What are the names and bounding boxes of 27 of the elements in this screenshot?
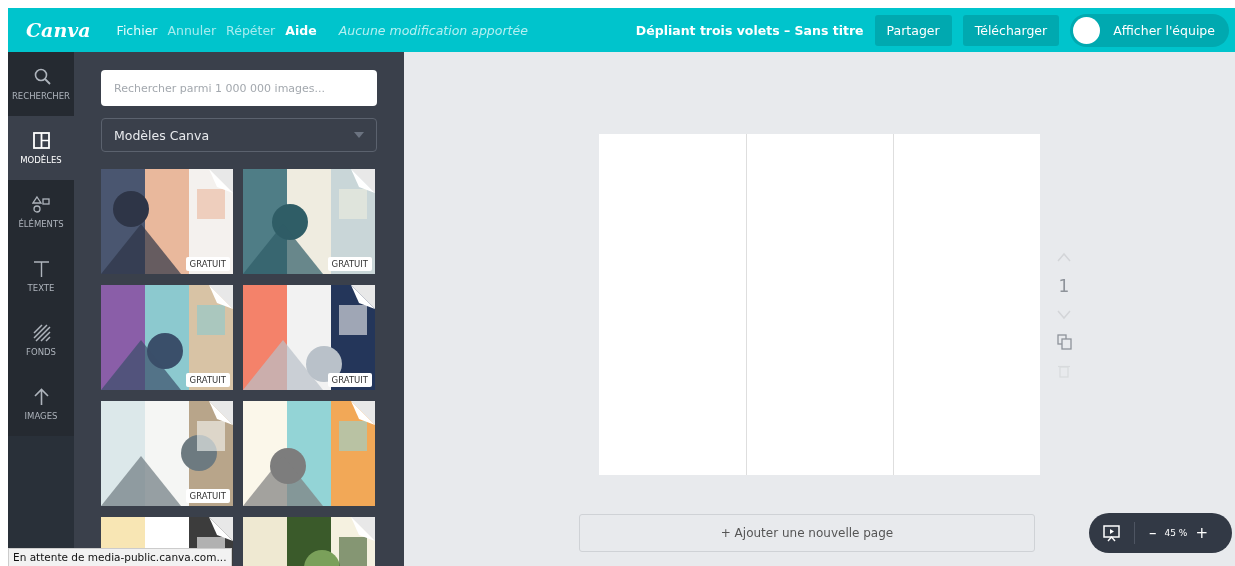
presentation-icon[interactable] bbox=[1103, 524, 1120, 542]
copy-icon bbox=[1056, 333, 1072, 350]
sidebar-item[interactable]: ÉLÉMENTS bbox=[8, 180, 74, 244]
text-icon bbox=[31, 259, 51, 278]
price-badge: GRATUIT bbox=[185, 373, 230, 387]
zoom-in-button[interactable]: + bbox=[1191, 524, 1212, 542]
layout-icon bbox=[31, 131, 51, 150]
status-bar: En attente de media-public.canva.com... bbox=[8, 548, 232, 566]
zoom-level: 45 % bbox=[1164, 528, 1188, 538]
sidebar-item[interactable]: IMAGES bbox=[8, 372, 74, 436]
stripes-icon bbox=[31, 323, 51, 342]
save-status: Aucune modification apportée bbox=[338, 22, 528, 38]
zoom-out-button[interactable]: – bbox=[1145, 524, 1161, 542]
page-number: 1 bbox=[1058, 275, 1070, 296]
caret-icon bbox=[354, 132, 364, 138]
price-badge: GRATUIT bbox=[327, 257, 372, 271]
price-badge: GRATUIT bbox=[185, 257, 230, 271]
price-badge: GRATUIT bbox=[185, 489, 230, 503]
sidebar-item[interactable]: MODÈLES bbox=[8, 116, 74, 180]
dropdown[interactable]: Modèles Canva bbox=[101, 118, 377, 152]
sidebar-item[interactable]: TEXTE bbox=[8, 244, 74, 308]
price-badge: GRATUIT bbox=[327, 373, 372, 387]
sidebar-item[interactable]: FONDS bbox=[8, 308, 74, 372]
shapes-icon bbox=[31, 195, 51, 214]
search-field[interactable]: Rechercher parmi 1 000 000 images... bbox=[101, 70, 377, 106]
add-page-button[interactable]: + Ajouter une nouvelle page bbox=[579, 514, 1035, 552]
sidebar-item[interactable]: RECHERCHER bbox=[8, 52, 74, 116]
